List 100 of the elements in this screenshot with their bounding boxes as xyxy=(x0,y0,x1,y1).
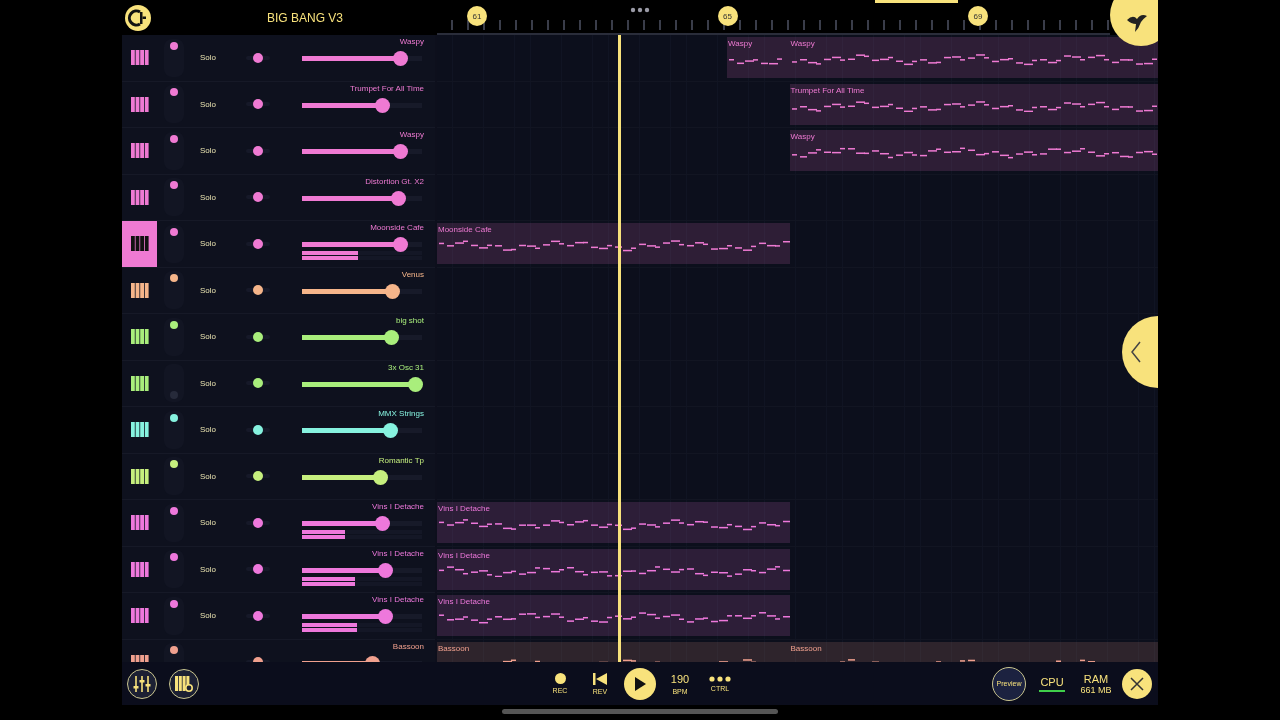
solo-button[interactable]: Solo xyxy=(200,99,234,109)
midi-clip[interactable]: Vins I Detache xyxy=(437,502,790,543)
piano-icon[interactable] xyxy=(130,50,149,66)
pan-slider[interactable] xyxy=(246,288,270,293)
piano-icon[interactable] xyxy=(130,329,149,345)
solo-button[interactable]: Solo xyxy=(200,332,234,342)
volume-thumb[interactable] xyxy=(393,237,409,252)
piano-icon[interactable] xyxy=(130,561,149,577)
volume-thumb[interactable] xyxy=(375,97,391,113)
pan-slider[interactable] xyxy=(246,613,270,618)
midi-clip[interactable]: Vins I Detache xyxy=(437,548,790,590)
mute-toggle[interactable] xyxy=(164,178,184,217)
pan-knob[interactable] xyxy=(253,424,263,435)
midi-clip[interactable]: Trumpet For All Time xyxy=(789,83,1158,125)
piano-icon[interactable] xyxy=(130,189,149,205)
pan-slider[interactable] xyxy=(246,474,270,479)
volume-thumb[interactable] xyxy=(407,376,423,392)
piano-icon[interactable] xyxy=(130,422,149,438)
piano-icon[interactable] xyxy=(130,468,149,484)
pan-slider[interactable] xyxy=(246,520,270,525)
playhead[interactable] xyxy=(617,35,621,662)
mute-toggle[interactable] xyxy=(164,224,184,263)
piano-icon[interactable] xyxy=(130,375,149,391)
pan-slider[interactable] xyxy=(246,381,270,386)
pan-knob[interactable] xyxy=(253,99,263,110)
piano-icon[interactable] xyxy=(130,96,149,112)
bar-marker[interactable]: 61 xyxy=(467,6,487,26)
volume-thumb[interactable] xyxy=(373,469,388,485)
volume-thumb[interactable] xyxy=(377,609,393,624)
bar-marker[interactable]: 65 xyxy=(717,6,738,26)
volume-thumb[interactable] xyxy=(393,144,409,159)
volume-thumb[interactable] xyxy=(393,51,409,66)
logo-icon[interactable] xyxy=(125,4,151,31)
pan-knob[interactable] xyxy=(253,517,263,528)
pan-knob[interactable] xyxy=(253,238,263,249)
solo-button[interactable]: Solo xyxy=(200,239,234,249)
solo-button[interactable]: Solo xyxy=(200,285,234,295)
mute-toggle[interactable] xyxy=(164,457,184,496)
piano-icon[interactable] xyxy=(130,515,149,531)
midi-clip[interactable]: Waspy xyxy=(789,37,1158,78)
piano-icon[interactable] xyxy=(130,236,149,252)
midi-clip[interactable]: Bassoon xyxy=(789,641,1158,662)
pan-slider[interactable] xyxy=(246,241,270,246)
pan-knob[interactable] xyxy=(253,52,263,63)
solo-button[interactable]: Solo xyxy=(200,518,234,528)
mixer-button[interactable] xyxy=(127,668,157,699)
piano-icon[interactable] xyxy=(130,143,149,159)
midi-clip[interactable]: Bassoon xyxy=(437,641,790,662)
pan-knob[interactable] xyxy=(253,192,263,203)
solo-button[interactable]: Solo xyxy=(200,192,234,202)
pan-slider[interactable] xyxy=(246,148,270,153)
more-icon[interactable] xyxy=(630,7,650,13)
solo-button[interactable]: Solo xyxy=(200,378,234,388)
solo-button[interactable]: Solo xyxy=(200,564,234,574)
solo-button[interactable]: Solo xyxy=(200,146,234,156)
close-button[interactable] xyxy=(1122,668,1152,699)
mute-toggle[interactable] xyxy=(164,38,184,77)
midi-clip[interactable]: Waspy xyxy=(727,37,790,78)
mute-toggle[interactable] xyxy=(164,550,184,589)
solo-button[interactable]: Solo xyxy=(200,425,234,435)
pan-knob[interactable] xyxy=(253,145,263,156)
pan-slider[interactable] xyxy=(246,55,270,60)
midi-clip[interactable]: Waspy xyxy=(789,130,1158,171)
mute-toggle[interactable] xyxy=(164,131,184,170)
piano-icon[interactable] xyxy=(130,282,149,298)
pan-slider[interactable] xyxy=(246,195,270,200)
pan-slider[interactable] xyxy=(246,334,270,339)
volume-thumb[interactable] xyxy=(385,283,400,299)
mute-toggle[interactable] xyxy=(164,317,184,356)
solo-button[interactable]: Solo xyxy=(200,611,234,621)
mute-toggle[interactable] xyxy=(164,503,184,542)
mute-toggle[interactable] xyxy=(164,410,184,449)
play-button[interactable] xyxy=(624,667,656,700)
volume-thumb[interactable] xyxy=(375,516,391,531)
solo-button[interactable]: Solo xyxy=(200,53,234,63)
midi-clip[interactable]: Moonside Cafe xyxy=(437,223,790,264)
pan-knob[interactable] xyxy=(253,610,263,621)
pan-slider[interactable] xyxy=(246,567,270,572)
pan-knob[interactable] xyxy=(253,564,263,575)
mute-toggle[interactable] xyxy=(164,364,184,403)
pan-knob[interactable] xyxy=(253,471,263,482)
pan-slider[interactable] xyxy=(246,427,270,432)
volume-thumb[interactable] xyxy=(391,190,406,206)
timeline-ruler[interactable]: 61 65 69 xyxy=(437,0,1110,35)
instrument-settings-button[interactable] xyxy=(169,668,199,699)
mute-toggle[interactable] xyxy=(164,85,184,124)
volume-thumb[interactable] xyxy=(383,330,399,345)
pan-knob[interactable] xyxy=(253,285,263,296)
midi-clip[interactable]: Vins I Detache xyxy=(437,595,790,636)
pan-slider[interactable] xyxy=(246,102,270,107)
pan-knob[interactable] xyxy=(253,378,263,389)
volume-thumb[interactable] xyxy=(382,423,398,438)
pan-knob[interactable] xyxy=(253,331,263,342)
instrument-button[interactable] xyxy=(122,221,157,267)
mute-toggle[interactable] xyxy=(164,271,184,310)
volume-thumb[interactable] xyxy=(377,562,393,578)
mute-toggle[interactable] xyxy=(164,596,184,635)
solo-button[interactable]: Solo xyxy=(200,471,234,481)
piano-icon[interactable] xyxy=(130,608,149,624)
bar-marker[interactable]: 69 xyxy=(968,6,988,26)
